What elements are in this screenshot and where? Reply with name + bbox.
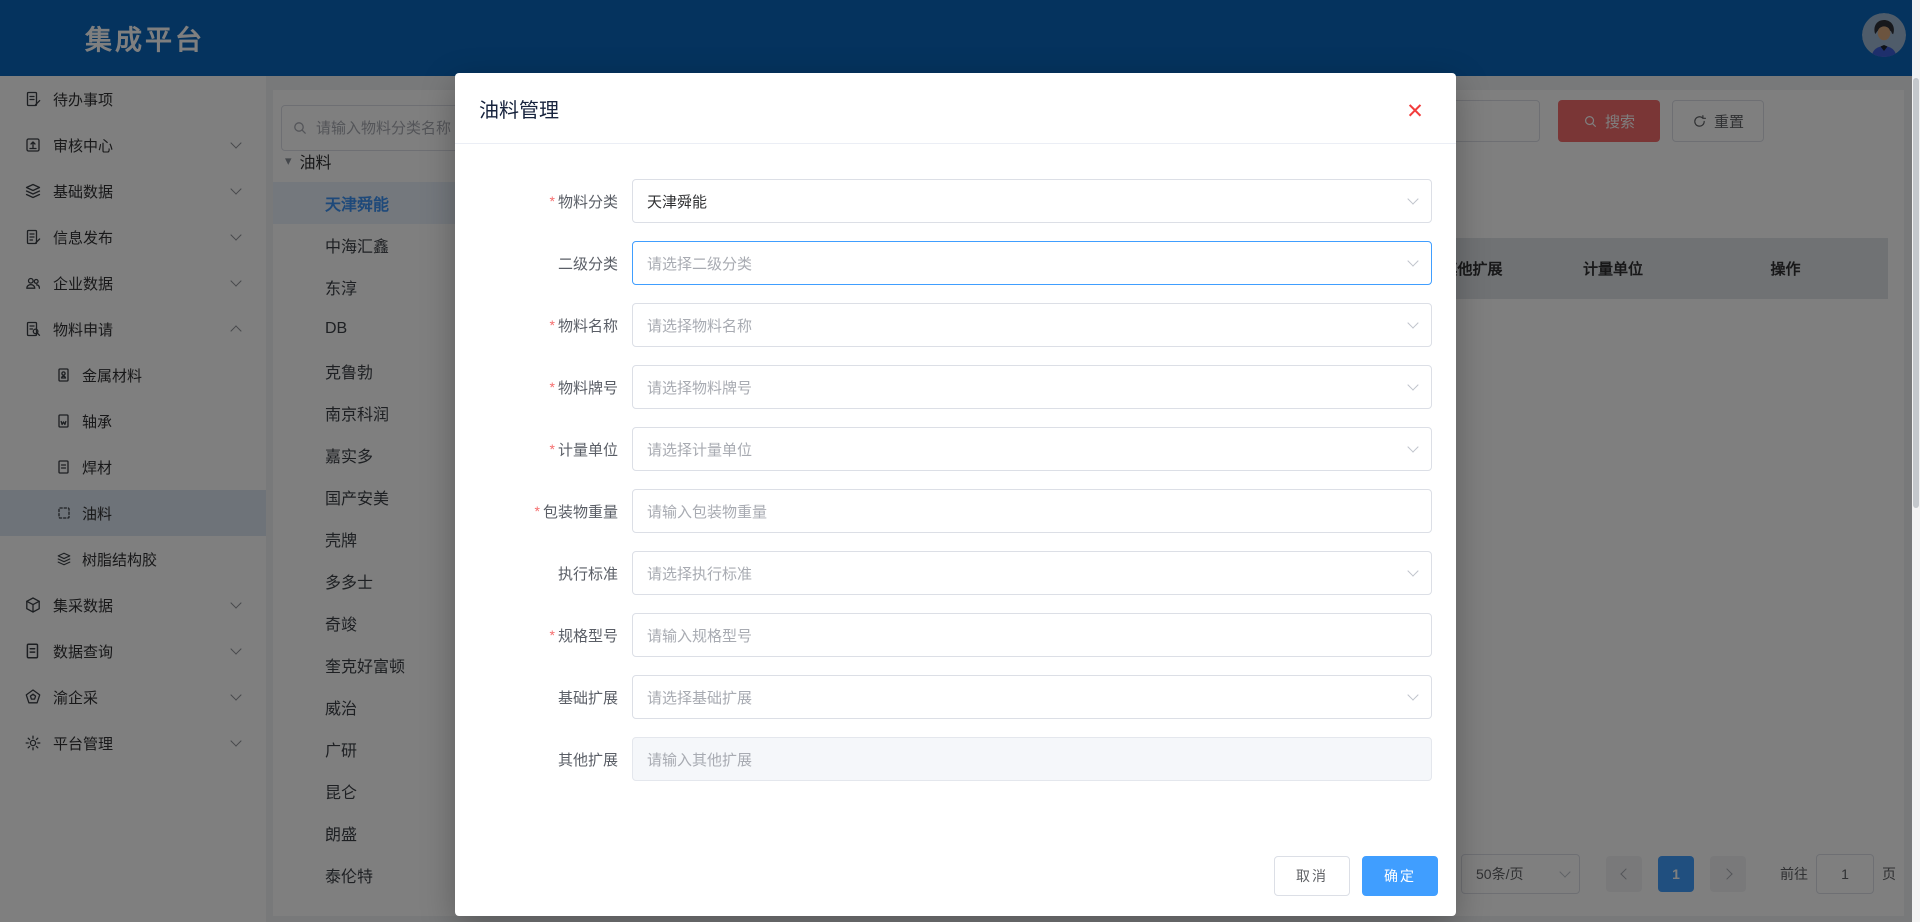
form-field[interactable]: 请输入包装物重量 (632, 489, 1432, 533)
form-row-9: * 其他扩展 请输入其他扩展 (455, 737, 1456, 781)
scrollbar-thumb[interactable] (1913, 78, 1919, 508)
dialog-title: 油料管理 (479, 99, 559, 122)
oil-management-dialog: 油料管理 ✕ * 物料分类 天津舜能 * 二级分类 请选择二级分类 * 物料名称… (455, 73, 1456, 916)
form-row-1: * 二级分类 请选择二级分类 (455, 241, 1456, 285)
form-row-6: * 执行标准 请选择执行标准 (455, 551, 1456, 595)
required-asterisk: * (549, 627, 555, 643)
form-field[interactable]: 天津舜能 (632, 179, 1432, 223)
chevron-down-icon (1407, 317, 1419, 329)
form-label: * 基础扩展 (557, 689, 618, 707)
scrollbar-track[interactable] (1912, 0, 1920, 922)
form-row-5: * 包装物重量 请输入包装物重量 (455, 489, 1456, 533)
chevron-down-icon (1407, 689, 1419, 701)
form-row-3: * 物料牌号 请选择物料牌号 (455, 365, 1456, 409)
form-row-4: * 计量单位 请选择计量单位 (455, 427, 1456, 471)
close-icon[interactable]: ✕ (1402, 99, 1428, 125)
form-row-7: * 规格型号 请输入规格型号 (455, 613, 1456, 657)
chevron-down-icon (1407, 379, 1419, 391)
form-field[interactable]: 请选择二级分类 (632, 241, 1432, 285)
form-field[interactable]: 请选择物料名称 (632, 303, 1432, 347)
dialog-footer: 取消 确定 (1274, 856, 1438, 896)
form-label: * 物料牌号 (549, 379, 618, 397)
confirm-button[interactable]: 确定 (1362, 856, 1438, 896)
form-row-8: * 基础扩展 请选择基础扩展 (455, 675, 1456, 719)
form-field[interactable]: 请选择计量单位 (632, 427, 1432, 471)
form-field[interactable]: 请选择执行标准 (632, 551, 1432, 595)
required-asterisk: * (534, 503, 540, 519)
chevron-down-icon (1407, 565, 1419, 577)
required-asterisk: * (549, 379, 555, 395)
form-label: * 物料分类 (549, 193, 618, 211)
form-label: * 二级分类 (557, 255, 618, 273)
cancel-button[interactable]: 取消 (1274, 856, 1350, 896)
dialog-header: 油料管理 (455, 73, 1456, 144)
form-label: * 包装物重量 (534, 503, 618, 521)
form-label: * 规格型号 (549, 627, 618, 645)
chevron-down-icon (1407, 255, 1419, 267)
required-asterisk: * (549, 193, 555, 209)
form-label: * 执行标准 (557, 565, 618, 583)
form-label: * 物料名称 (549, 317, 618, 335)
form-row-2: * 物料名称 请选择物料名称 (455, 303, 1456, 347)
required-asterisk: * (549, 441, 555, 457)
form-field[interactable]: 请输入其他扩展 (632, 737, 1432, 781)
form-label: * 其他扩展 (557, 751, 618, 769)
required-asterisk: * (549, 317, 555, 333)
form-label: * 计量单位 (549, 441, 618, 459)
dialog-form: * 物料分类 天津舜能 * 二级分类 请选择二级分类 * 物料名称 请选择物料名… (455, 144, 1456, 781)
form-field[interactable]: 请选择物料牌号 (632, 365, 1432, 409)
app-root: 集成平台 待办事项 审核中心 基础数据 信息发布 企业数据 (0, 0, 1920, 922)
form-field[interactable]: 请选择基础扩展 (632, 675, 1432, 719)
chevron-down-icon (1407, 441, 1419, 453)
chevron-down-icon (1407, 193, 1419, 205)
form-row-0: * 物料分类 天津舜能 (455, 179, 1456, 223)
form-field[interactable]: 请输入规格型号 (632, 613, 1432, 657)
